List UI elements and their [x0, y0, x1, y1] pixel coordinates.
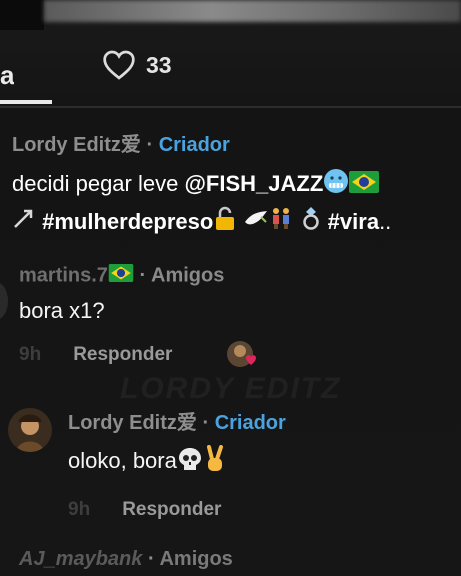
- active-tab-indicator: [0, 100, 52, 104]
- video-caption: Lordy Editz爱 · Criador decidi pegar leve…: [12, 128, 461, 240]
- creator-badge: Criador: [214, 412, 286, 434]
- likes-count: 33: [146, 51, 172, 78]
- caption-username[interactable]: Lordy Editz爱: [12, 134, 141, 156]
- ring-emoji: [300, 206, 322, 239]
- tab-comments-label: a: [0, 60, 14, 90]
- likes-tab[interactable]: 33: [102, 50, 172, 80]
- comment-role-separator: ·: [202, 412, 210, 434]
- comment-role-separator: ·: [147, 548, 155, 570]
- comment-username[interactable]: Lordy Editz爱: [68, 412, 197, 434]
- caption-text: decidi pegar leve: [12, 171, 179, 196]
- comment-text-content: oloko, bora: [68, 447, 177, 473]
- dove-emoji: [243, 206, 269, 239]
- victory-hand-emoji: [203, 445, 227, 479]
- comment-text: oloko, bora: [68, 445, 458, 479]
- people-emoji: [269, 206, 293, 239]
- comment-meta: martins.7 · Amigos: [19, 264, 449, 288]
- comment-time: 9h: [68, 499, 91, 520]
- comment-time: 9h: [19, 344, 42, 365]
- brazil-flag-icon: [349, 169, 380, 202]
- skull-emoji: [177, 446, 203, 478]
- cold-face-emoji: [323, 168, 349, 203]
- video-watermark: LORDY EDITZ: [120, 372, 342, 405]
- creator-liked-reaction: [226, 340, 256, 370]
- friends-badge: Amigos: [151, 264, 225, 287]
- caption-ellipsis[interactable]: ..: [379, 209, 391, 234]
- avatar[interactable]: [0, 282, 8, 320]
- heart-outline-icon: [103, 50, 135, 80]
- caption-hashtag-2[interactable]: #vira: [328, 209, 379, 234]
- reply-button[interactable]: Responder: [122, 499, 221, 521]
- caption-mention[interactable]: @FISH_JAZZ: [184, 171, 323, 196]
- comment-username[interactable]: AJ_maybank: [19, 548, 142, 570]
- video-preview-strip: [44, 0, 461, 22]
- reply-button[interactable]: Responder: [73, 344, 172, 366]
- caption-role-separator: ·: [146, 134, 154, 156]
- arrow-emoji: [12, 206, 36, 239]
- comment-footer: 9h Responder: [68, 499, 458, 521]
- tab-comments[interactable]: a: [0, 60, 14, 94]
- tab-bar: a 33: [0, 36, 461, 108]
- comment-item: AJ_maybank · Amigos: [19, 548, 449, 571]
- friends-badge: Amigos: [159, 548, 233, 570]
- tab-divider: [0, 106, 461, 108]
- lock-emoji: [213, 205, 237, 240]
- comment-reply-item: Lordy Editz爱 · Criador oloko, bora 9h Re…: [68, 406, 458, 521]
- avatar[interactable]: [8, 408, 52, 452]
- comment-meta: AJ_maybank · Amigos: [19, 548, 449, 571]
- caption-meta: Lordy Editz爱 · Criador: [12, 128, 461, 157]
- comment-role-separator: ·: [139, 264, 147, 287]
- video-edge-dark: [0, 0, 44, 30]
- comments-panel: a 33 Lordy Editz爱 · Criador decidi pegar…: [0, 0, 461, 576]
- caption-line-2: #mulherdepreso #vira..: [12, 205, 461, 241]
- comment-username[interactable]: martins.7: [19, 264, 108, 286]
- caption-hashtag-1[interactable]: #mulherdepreso: [42, 209, 213, 234]
- comment-text: bora x1?: [19, 298, 105, 323]
- caption-line-1: decidi pegar leve @FISH_JAZZ: [12, 167, 461, 203]
- brazil-flag-icon: [108, 264, 134, 288]
- comment-meta: Lordy Editz爱 · Criador: [68, 406, 458, 435]
- creator-badge: Criador: [158, 134, 230, 156]
